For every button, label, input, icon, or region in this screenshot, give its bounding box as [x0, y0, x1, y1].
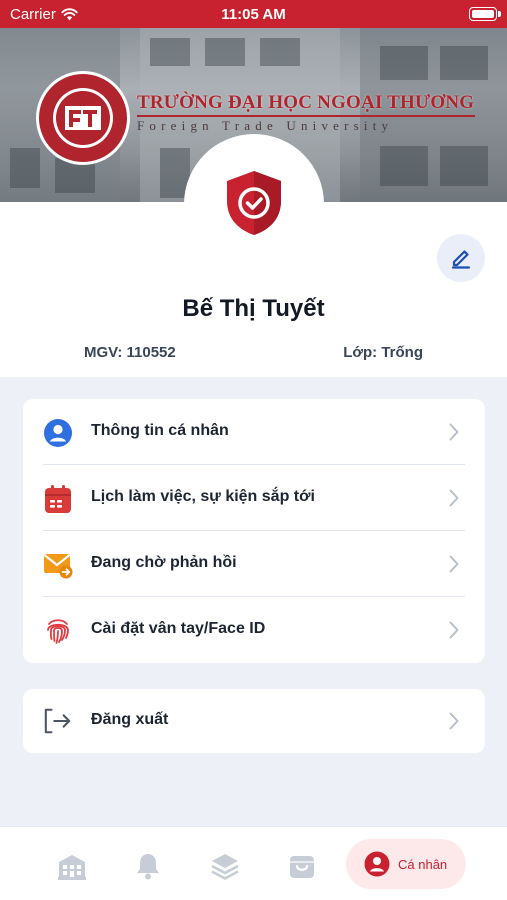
chevron-right-icon: [449, 555, 459, 573]
menu-card: Thông tin cá nhân Lịch làm việc, sự kiện…: [23, 399, 485, 663]
chevron-right-icon: [449, 489, 459, 507]
shopping-bag-icon: [290, 856, 314, 878]
menu-item-label: Lịch làm việc, sự kiện sắp tới: [91, 488, 315, 505]
menu-item-pending-feedback[interactable]: Đang chờ phản hồi: [23, 531, 485, 597]
tab-profile[interactable]: Cá nhân: [346, 839, 466, 889]
university-logo: [35, 70, 131, 166]
menu-item-label: Thông tin cá nhân: [91, 422, 229, 439]
pencil-icon: [451, 250, 471, 269]
profile-name: Bế Thị Tuyết: [182, 295, 325, 322]
tab-home[interactable]: [55, 849, 89, 883]
status-time: 11:05 AM: [221, 6, 286, 23]
tab-notifications[interactable]: [131, 849, 165, 883]
class-info: Lớp: Trống: [343, 344, 423, 361]
status-bar: Carrier 11:05 AM: [0, 0, 507, 28]
logout-icon: [44, 708, 71, 734]
chevron-right-icon: [449, 712, 459, 730]
tab-profile-label: Cá nhân: [398, 856, 448, 872]
fingerprint-icon: [47, 619, 69, 644]
university-subtitle: Foreign Trade University: [137, 118, 394, 133]
menu-item-personal-info[interactable]: Thông tin cá nhân: [23, 399, 485, 465]
calendar-icon: [45, 485, 71, 513]
logout-card: Đăng xuất: [23, 689, 485, 753]
user-icon: [364, 851, 390, 877]
logout-button[interactable]: Đăng xuất: [23, 689, 485, 753]
layers-icon: [211, 854, 239, 880]
edit-profile-button[interactable]: [437, 234, 485, 282]
user-circle-icon: [44, 419, 72, 447]
mail-forward-icon: [43, 554, 73, 579]
tab-shop[interactable]: [285, 849, 319, 883]
shield-check-icon: [227, 171, 281, 235]
menu-item-label: Đang chờ phản hồi: [91, 554, 237, 571]
menu-item-fingerprint[interactable]: Cài đặt vân tay/Face ID: [23, 597, 485, 663]
menu-item-schedule[interactable]: Lịch làm việc, sự kiện sắp tới: [23, 465, 485, 531]
chevron-right-icon: [449, 423, 459, 441]
staff-id: MGV: 110552: [84, 344, 176, 361]
logout-label: Đăng xuất: [91, 711, 169, 728]
battery-tip: [498, 11, 501, 17]
battery-icon: [469, 7, 497, 21]
building-icon: [58, 855, 86, 880]
avatar: [184, 134, 324, 274]
bell-icon: [137, 854, 159, 880]
tab-layers[interactable]: [208, 849, 242, 883]
university-name: TRƯỜNG ĐẠI HỌC NGOẠI THƯƠNG: [137, 92, 475, 113]
menu-item-label: Cài đặt vân tay/Face ID: [91, 620, 266, 637]
bottom-tab-bar: Cá nhân: [0, 826, 507, 900]
chevron-right-icon: [449, 621, 459, 639]
university-name-underline: [137, 115, 475, 117]
